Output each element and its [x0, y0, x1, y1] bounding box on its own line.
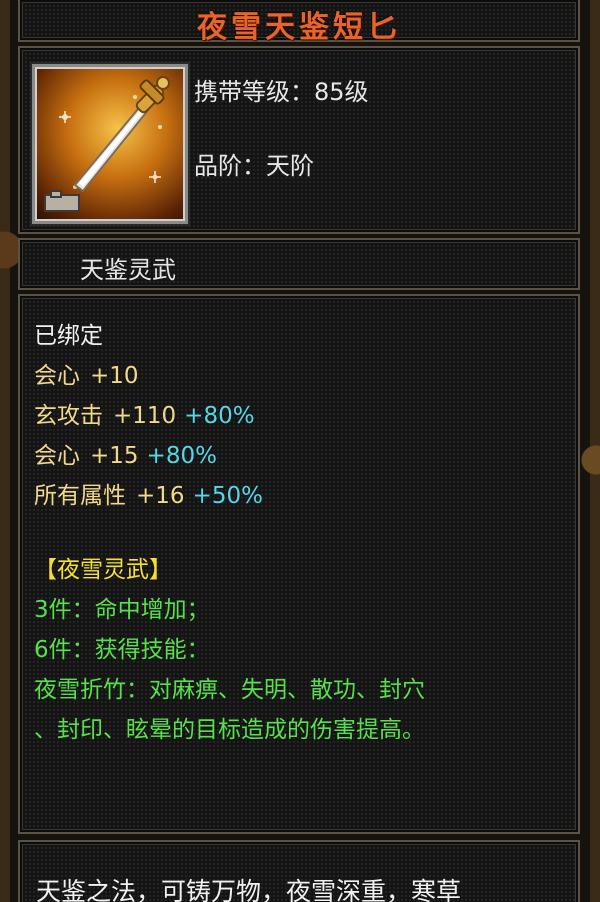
item-description: 天鉴之法，可铸万物，夜雪深重，寒草 [36, 877, 462, 902]
attribute-row: 会心 +15 +80% [34, 436, 564, 476]
attribute-name: 玄攻击 [34, 403, 103, 429]
category-bar: 天鉴灵武 [18, 238, 580, 290]
attribute-bonus: +50% [192, 483, 263, 509]
set-title: 【夜雪灵武】 [34, 557, 172, 583]
attribute-value: +15 [90, 443, 139, 469]
dagger-icon [32, 64, 188, 224]
title-bar: 夜雪天鉴短匕 [18, 0, 580, 45]
attribute-value: +10 [90, 363, 139, 389]
attribute-row: 所有属性 +16 +50% [34, 476, 564, 516]
set-skill-line-1: 夜雪折竹：对麻痹、失明、散功、封穴 [34, 677, 425, 703]
set-bonus-3: 3件：命中增加； [34, 597, 210, 623]
attribute-row: 玄攻击 +110 +80% [34, 396, 564, 436]
attribute-value: +110 [113, 403, 177, 429]
set-skill-line-2: 、封印、眩晕的目标造成的伤害提高。 [34, 717, 425, 743]
attributes-panel: 已绑定 会心 +10 玄攻击 +110 +80% 会心 +15 +80% 所有属性 +16 +… [18, 294, 580, 834]
attribute-value: +16 [136, 483, 185, 509]
attribute-row: 会心 +10 [34, 356, 564, 396]
carry-level: 携带等级：85级 [194, 78, 369, 106]
bound-status: 已绑定 [34, 323, 103, 349]
item-title: 夜雪天鉴短匕 [197, 10, 401, 45]
item-category: 天鉴灵武 [80, 256, 176, 284]
description-panel: 天鉴之法，可铸万物，夜雪深重，寒草 [18, 840, 580, 902]
item-header: 携带等级：85级 品阶：天阶 [18, 46, 580, 234]
set-bonus-6: 6件：获得技能： [34, 637, 210, 663]
attribute-bonus: +80% [146, 443, 217, 469]
tooltip-window: 夜雪天鉴短匕 携带等级：85级 品阶：天阶 天鉴灵武 已绑定 会心 +10 玄攻… [0, 0, 600, 902]
attribute-name: 会心 [34, 363, 80, 389]
attribute-name: 会心 [34, 443, 80, 469]
item-grade: 品阶：天阶 [194, 152, 314, 180]
attribute-bonus: +80% [184, 403, 255, 429]
attribute-name: 所有属性 [34, 483, 126, 509]
